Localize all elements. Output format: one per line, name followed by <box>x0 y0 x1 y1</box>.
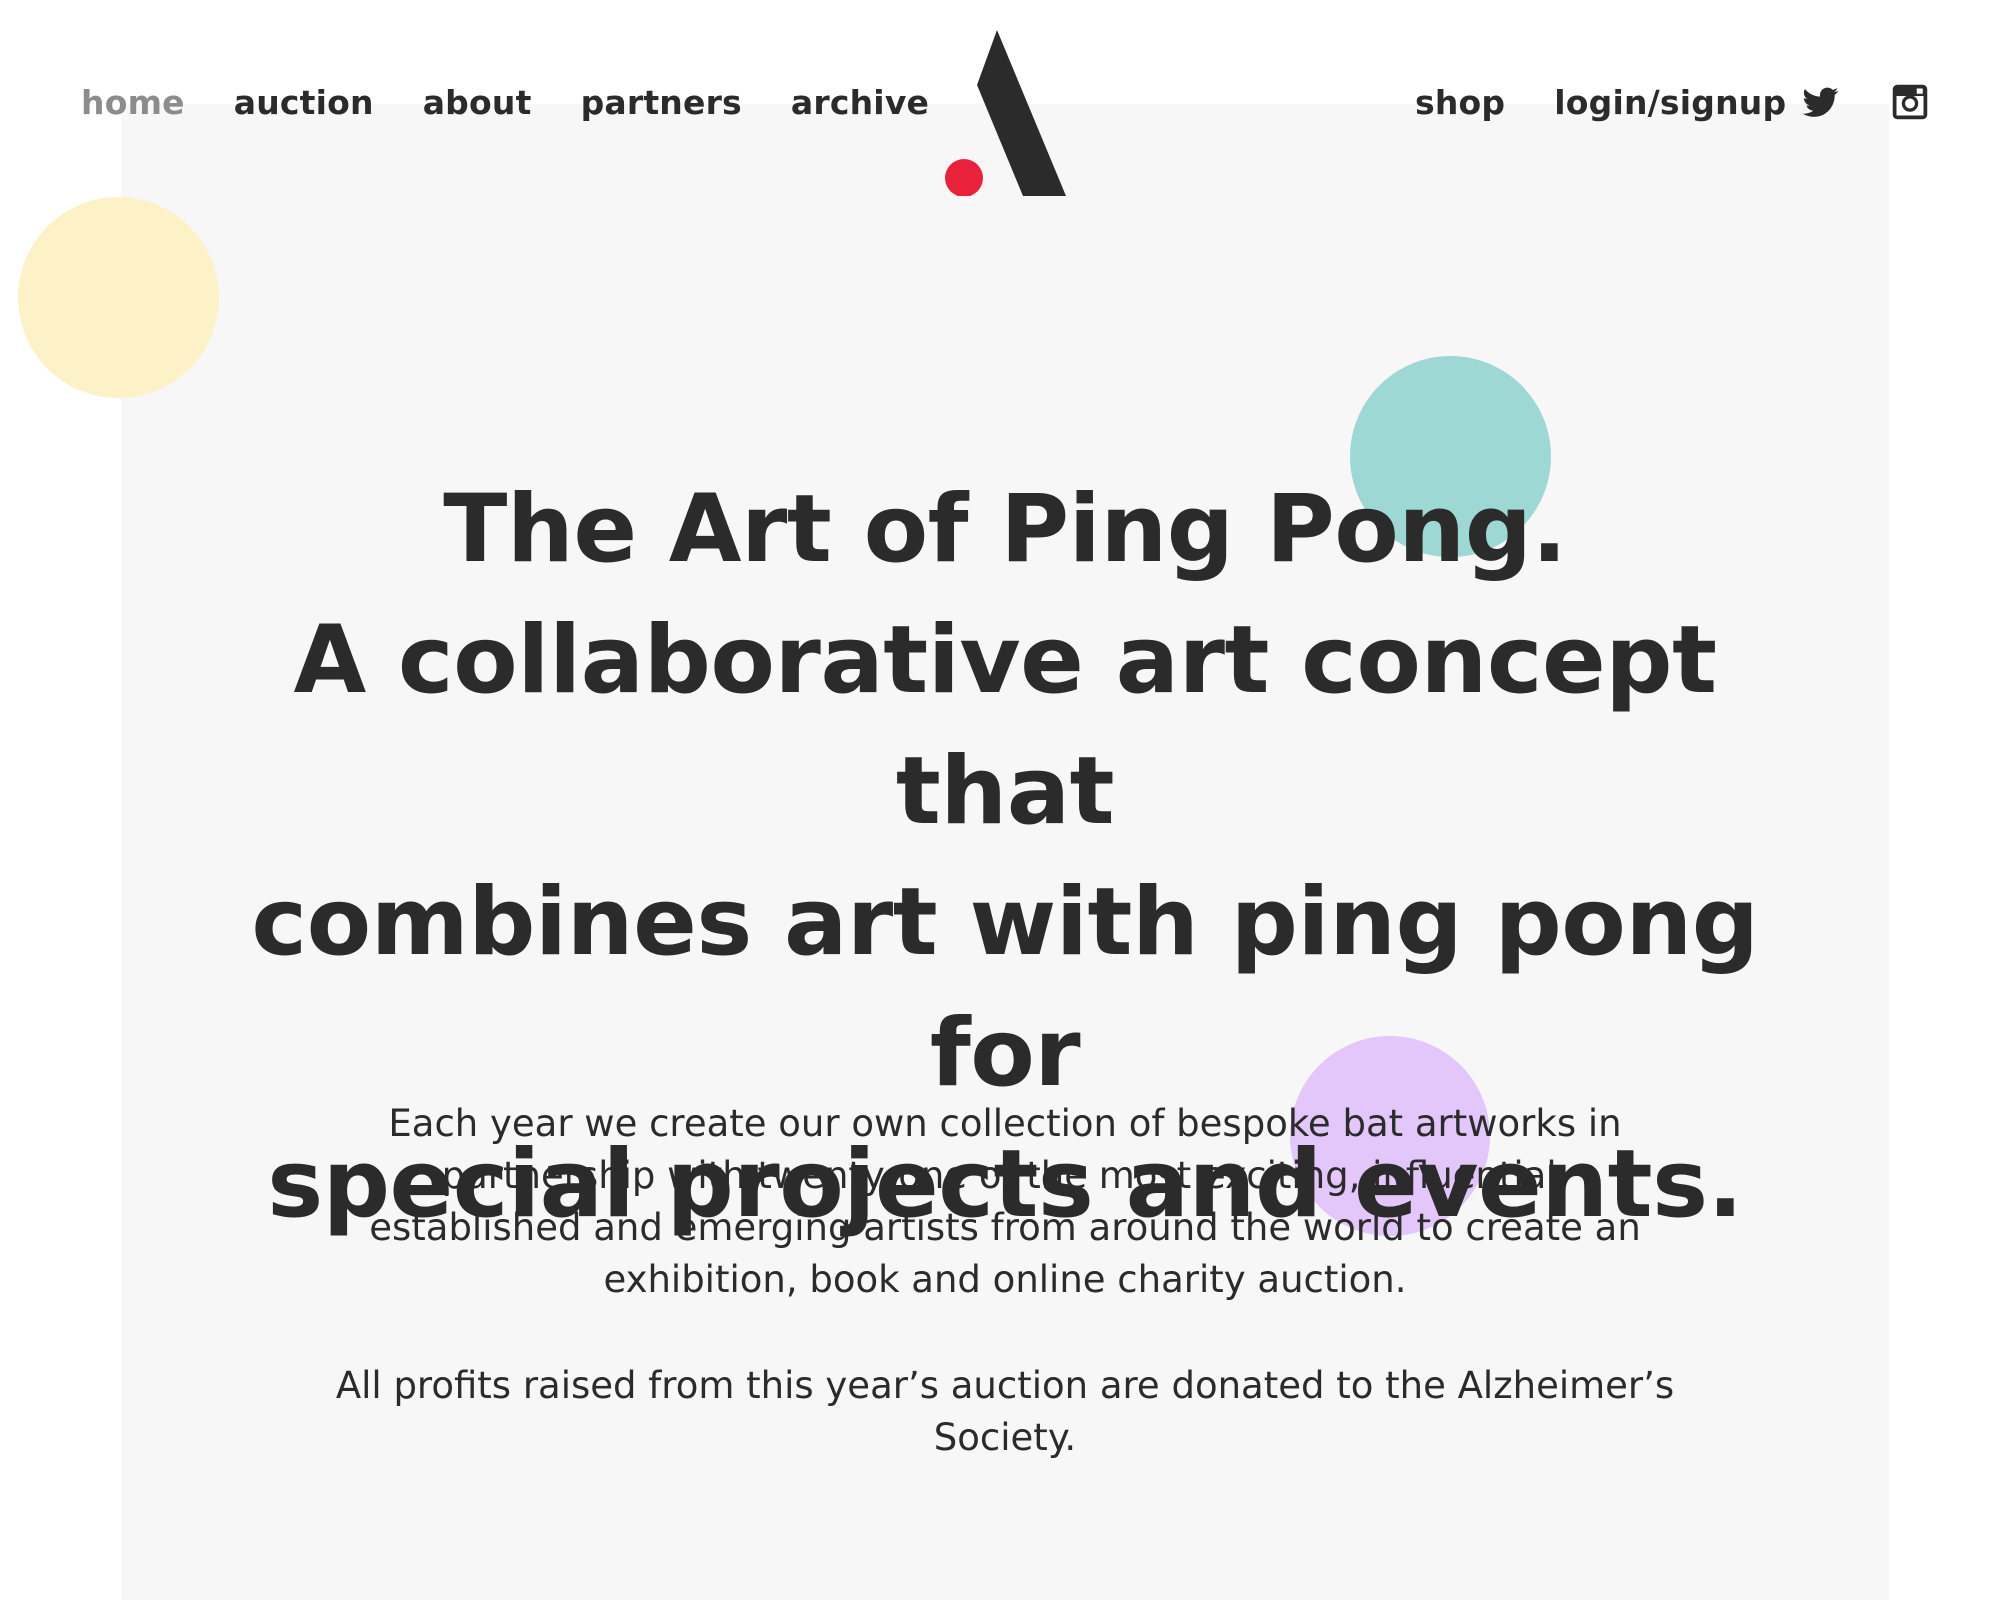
intro-paragraph: Each year we create our own collection o… <box>369 1102 1641 1301</box>
nav-home-link[interactable]: home <box>81 83 185 122</box>
decorative-yellow-circle <box>18 197 219 398</box>
nav-auction-link[interactable]: auction <box>234 83 374 122</box>
nav-partners-link[interactable]: partners <box>581 83 742 122</box>
logo-letter-a <box>977 30 1066 196</box>
donation-paragraph: All profits raised from this year’s auct… <box>335 1364 1675 1459</box>
headline-line: combines art with ping pong for <box>251 868 1759 1108</box>
nav-about-link[interactable]: about <box>423 83 532 122</box>
twitter-icon[interactable] <box>1803 84 1839 120</box>
headline-line: The Art of Ping Pong. <box>443 475 1567 584</box>
instagram-icon[interactable] <box>1892 84 1928 120</box>
nav-shop-link[interactable]: shop <box>1415 83 1505 122</box>
logo-dot <box>945 159 983 196</box>
nav-archive-link[interactable]: archive <box>791 83 929 122</box>
secondary-nav: shop login/signup <box>1415 74 1786 130</box>
nav-login-signup-link[interactable]: login/signup <box>1554 83 1786 122</box>
primary-nav: home auction about partners archive <box>81 74 978 130</box>
site-logo-icon[interactable] <box>944 30 1066 196</box>
headline-line: A collaborative art concept that <box>293 606 1717 846</box>
